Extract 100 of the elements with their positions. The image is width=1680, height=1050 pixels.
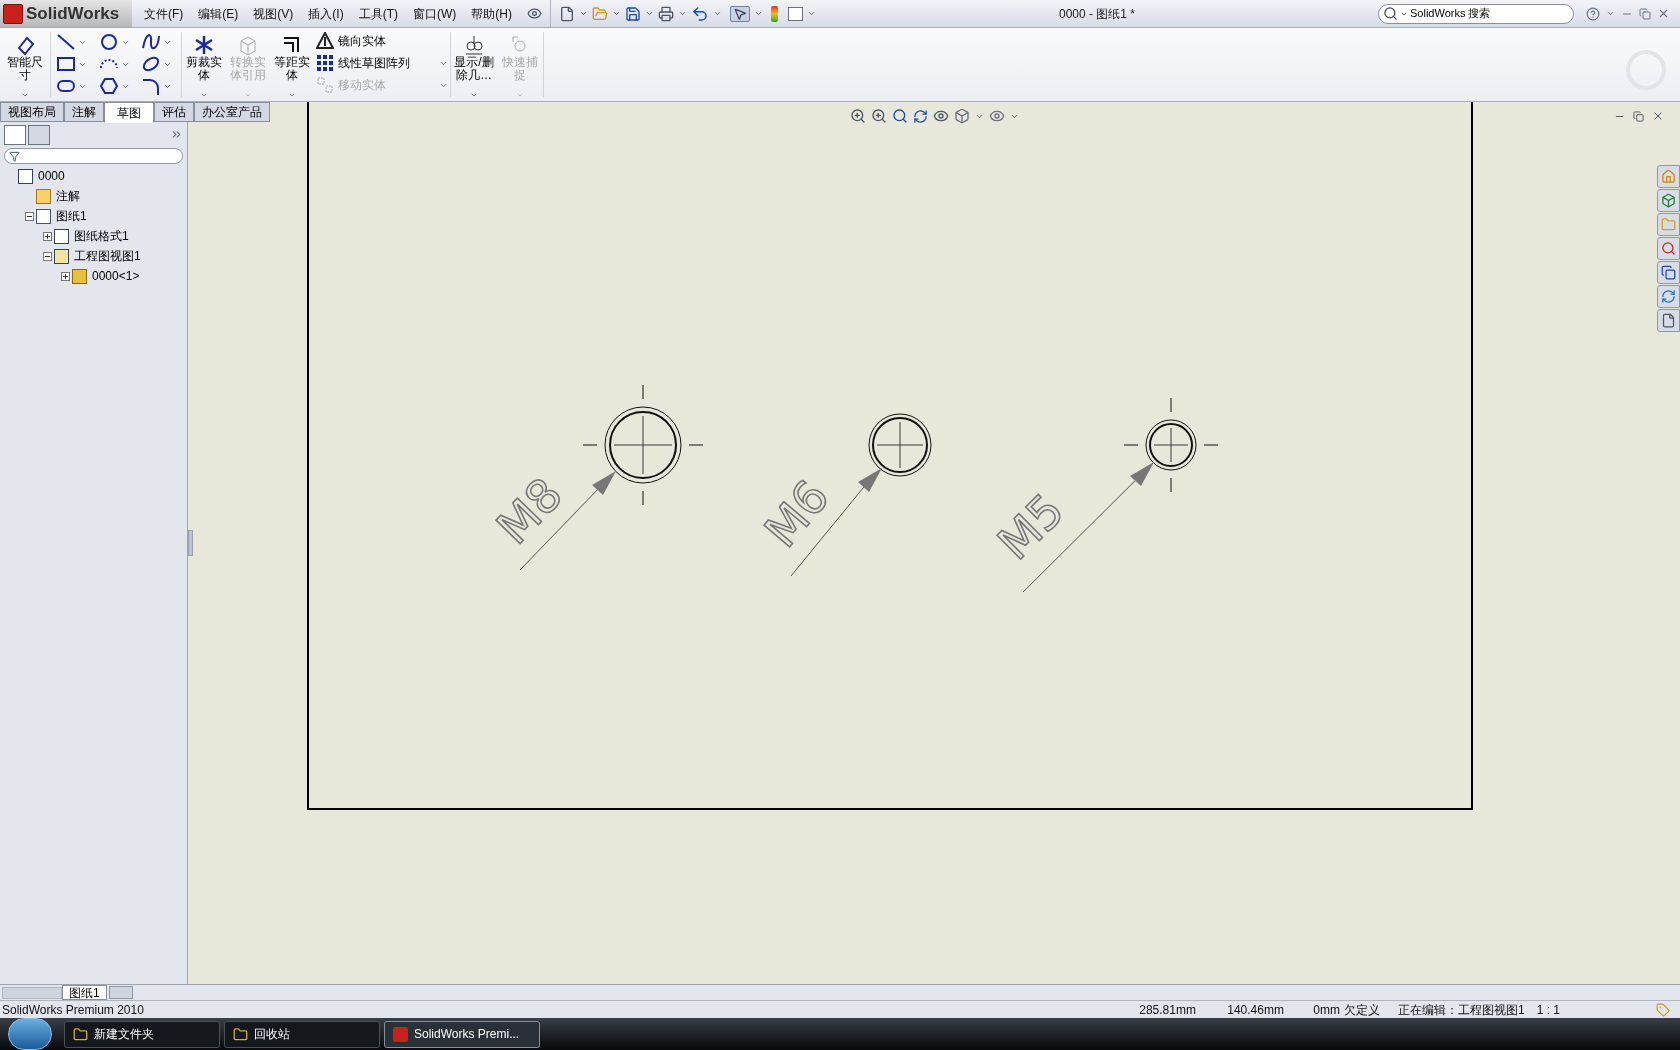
- restore-icon[interactable]: [1639, 7, 1651, 20]
- help-icon[interactable]: [1586, 6, 1600, 21]
- ribbon-tab[interactable]: 办公室产品: [194, 102, 270, 122]
- print-icon[interactable]: [658, 5, 674, 22]
- ribbon-button[interactable]: 剪裁实体: [182, 28, 226, 101]
- caret-icon: [200, 91, 208, 99]
- taskbar-button[interactable]: SolidWorks Premi...: [384, 1020, 540, 1048]
- caret-icon: [470, 91, 478, 99]
- ribbon-button[interactable]: 智能尺寸: [0, 28, 50, 101]
- task-pane-tab[interactable]: [1657, 285, 1680, 308]
- caret-icon[interactable]: [678, 9, 687, 18]
- open-folder-icon[interactable]: [592, 5, 608, 22]
- caret-icon[interactable]: [645, 9, 654, 18]
- select-button[interactable]: [730, 5, 750, 22]
- panel-splitter-handle[interactable]: [188, 530, 193, 556]
- new-file-icon[interactable]: [559, 5, 575, 22]
- grid-pattern-icon: [316, 54, 334, 72]
- taskbar-button[interactable]: 新建文件夹: [64, 1020, 220, 1048]
- tree-item[interactable]: 工程图视图1: [74, 247, 141, 265]
- traffic-light-icon[interactable]: [771, 5, 778, 22]
- tree-item[interactable]: 0000: [38, 167, 65, 185]
- zoom-area-icon[interactable]: [871, 108, 887, 124]
- caret-icon[interactable]: [713, 9, 722, 18]
- close-icon[interactable]: [1652, 110, 1664, 122]
- move-icon: [316, 76, 334, 94]
- ribbon-tab[interactable]: 评估: [154, 102, 194, 122]
- caret-icon[interactable]: [807, 9, 816, 18]
- status-text: SolidWorks Premium 2010: [1, 1001, 144, 1019]
- spline-icon[interactable]: [140, 32, 163, 52]
- caret-icon: [244, 91, 252, 99]
- search-field[interactable]: SolidWorks 搜索: [1378, 3, 1574, 24]
- expand-icon[interactable]: [42, 231, 52, 241]
- window-title: 0000 - 图纸1 *: [1058, 5, 1135, 23]
- caret-icon[interactable]: [579, 9, 588, 18]
- menu-item[interactable]: 文件(F): [144, 4, 184, 23]
- taskbar-button[interactable]: 回收站: [224, 1020, 380, 1048]
- task-pane-tab[interactable]: [1657, 309, 1680, 332]
- tree-item[interactable]: 注解: [56, 187, 80, 205]
- expand-icon[interactable]: [60, 271, 70, 281]
- scale-text: 1 : 1: [1535, 1001, 1560, 1019]
- menu-item[interactable]: 编辑(E): [198, 4, 239, 23]
- folder-icon: [1661, 217, 1676, 232]
- filter-field[interactable]: [4, 148, 183, 164]
- rotate-icon[interactable]: [913, 108, 928, 124]
- hide-show-icon[interactable]: [989, 108, 1005, 124]
- folder-icon: [73, 1026, 88, 1042]
- menu-item[interactable]: 帮助(H): [471, 4, 512, 23]
- ribbon-tool[interactable]: 线性草图阵列: [338, 54, 410, 72]
- menu-item[interactable]: 视图(V): [253, 4, 294, 23]
- collapse-icon[interactable]: [24, 211, 34, 221]
- tree-item[interactable]: 0000<1>: [92, 267, 140, 285]
- search-icon: [1383, 6, 1398, 21]
- menu-item[interactable]: 工具(T): [358, 4, 398, 23]
- thread-label: M5: [987, 483, 1075, 571]
- search-input[interactable]: SolidWorks 搜索: [1410, 5, 1569, 22]
- rectangle-icon[interactable]: [55, 54, 77, 74]
- hole-drawing: [868, 413, 932, 477]
- line-icon[interactable]: [55, 32, 77, 52]
- tree-item[interactable]: 图纸1: [56, 207, 87, 225]
- caret-icon[interactable]: [612, 9, 621, 18]
- expand-panel-icon[interactable]: [170, 128, 183, 141]
- tag-icon[interactable]: [1656, 1002, 1670, 1017]
- app-logo: SolidWorks: [26, 2, 120, 25]
- task-pane-tab[interactable]: [1657, 237, 1680, 260]
- ribbon-button[interactable]: 显示/删除几…: [451, 28, 497, 101]
- ribbon-tool[interactable]: 镜向实体: [338, 32, 386, 50]
- zoom-fit-icon[interactable]: [850, 108, 866, 124]
- ribbon-tab[interactable]: 视图布局: [0, 102, 64, 122]
- save-icon[interactable]: [625, 5, 641, 22]
- thread-label: M8: [486, 467, 573, 555]
- folder-icon: [233, 1026, 248, 1042]
- ribbon-tab[interactable]: 草图: [104, 102, 154, 123]
- restore-icon[interactable]: [1633, 110, 1644, 122]
- caret-icon[interactable]: [1606, 9, 1615, 18]
- search-icon: [1661, 241, 1676, 256]
- tree-item[interactable]: 图纸格式1: [74, 227, 129, 245]
- caret-icon: [516, 91, 524, 99]
- task-pane-tab[interactable]: [1657, 261, 1680, 284]
- mirror-icon: [316, 32, 334, 50]
- close-icon[interactable]: [1657, 7, 1670, 20]
- x-coordinate: 285.81mm: [1138, 1001, 1196, 1019]
- caret-icon[interactable]: [754, 9, 763, 18]
- task-pane-tab[interactable]: [1657, 189, 1680, 212]
- polygon-icon[interactable]: [97, 76, 120, 96]
- collapse-icon[interactable]: [42, 251, 52, 261]
- filter-icon: [9, 150, 20, 162]
- z-coordinate: 0mm: [1312, 1001, 1340, 1019]
- logo-icon: [3, 3, 23, 24]
- ribbon-button[interactable]: 等距实体: [270, 28, 314, 101]
- sheet-tab[interactable]: 图纸1: [62, 985, 107, 1000]
- ribbon-tab[interactable]: 注解: [64, 102, 104, 122]
- menu-item[interactable]: 窗口(W): [413, 4, 457, 23]
- caret-icon: [288, 91, 296, 99]
- sketch-state: 欠定义: [1342, 1001, 1380, 1019]
- display-style-icon[interactable]: [954, 108, 970, 124]
- start-button[interactable]: [8, 1018, 52, 1050]
- editing-status: 正在编辑：工程图视图1: [1396, 1001, 1525, 1019]
- undo-icon[interactable]: [691, 4, 709, 23]
- menu-item[interactable]: 插入(I): [308, 4, 344, 23]
- thread-label: M6: [753, 469, 840, 558]
